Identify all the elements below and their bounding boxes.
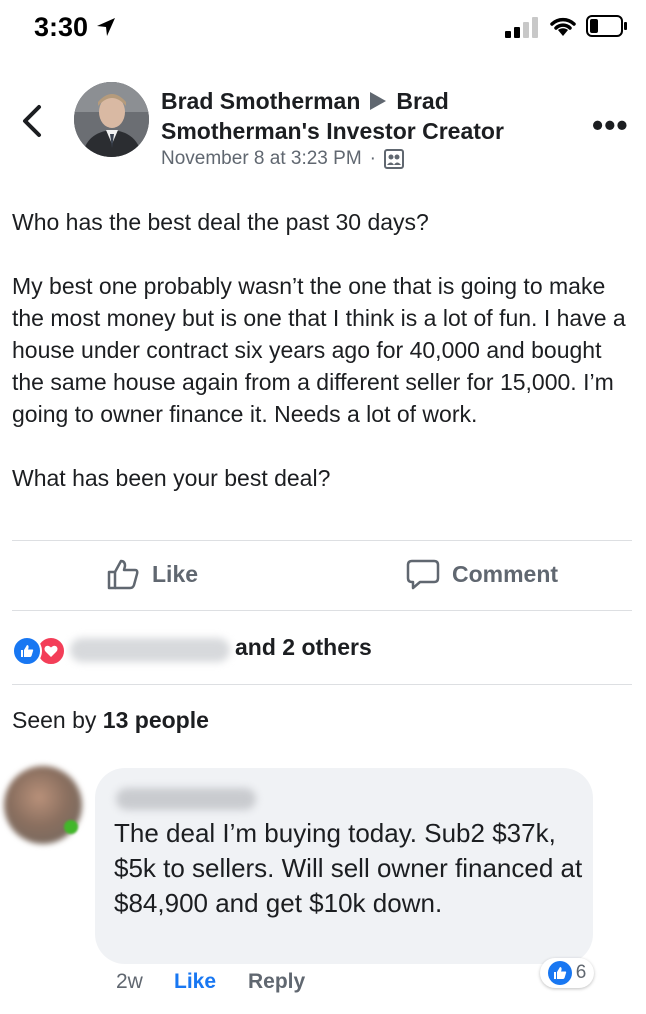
comment-text: The deal I’m buying today. Sub2 $37k, $5… — [114, 818, 583, 918]
thumbs-up-glyph — [553, 967, 566, 979]
comment-reply-button[interactable]: Reply — [248, 970, 305, 994]
post-author-line: Brad Smotherman Brad Smotherman's Investo… — [161, 86, 561, 146]
reactor-name-blurred — [70, 638, 230, 662]
post-paragraph: Who has the best deal the past 30 days? — [12, 209, 429, 235]
thumbs-up-icon — [21, 645, 34, 657]
author-avatar[interactable] — [74, 82, 149, 157]
post-timestamp[interactable]: November 8 at 3:23 PM — [161, 148, 362, 170]
seen-by[interactable]: Seen by 13 people — [12, 707, 209, 734]
commenter-name-blurred[interactable] — [116, 788, 256, 810]
thumbs-up-icon — [547, 961, 572, 985]
comment-icon — [406, 559, 440, 590]
comment-label: Comment — [452, 560, 559, 587]
location-arrow-icon — [97, 18, 115, 36]
author-name[interactable]: Brad Smotherman — [161, 88, 360, 114]
post-body: Who has the best deal the past 30 days? … — [12, 206, 634, 494]
reactions-summary[interactable]: and 2 others — [235, 634, 372, 661]
status-time: 3:30 — [34, 12, 89, 42]
comment-button[interactable]: Comment — [406, 558, 558, 590]
post-paragraph: What has been your best deal? — [12, 465, 331, 491]
wifi-icon — [550, 17, 576, 36]
back-icon[interactable] — [20, 104, 44, 138]
signal-icon — [505, 17, 538, 38]
seen-by-count: 13 people — [102, 707, 209, 733]
divider — [12, 610, 632, 611]
online-indicator — [64, 820, 78, 834]
comment-like-button[interactable]: Like — [174, 970, 216, 994]
comment-reaction-count: 6 — [575, 962, 587, 983]
battery-icon — [586, 15, 627, 37]
more-icon[interactable]: ••• — [592, 109, 629, 141]
like-reaction-icon — [12, 636, 42, 666]
meta-separator: · — [369, 148, 376, 169]
like-button[interactable]: Like — [106, 558, 198, 590]
divider — [12, 540, 632, 541]
divider — [12, 684, 632, 685]
triangle-arrow-icon — [370, 92, 387, 110]
post-paragraph: My best one probably wasn’t the one that… — [12, 273, 626, 427]
seen-by-prefix: Seen by — [12, 707, 103, 733]
comment-reaction-badge[interactable]: 6 — [540, 958, 594, 988]
post-meta: November 8 at 3:23 PM · — [161, 148, 404, 170]
thumbs-up-icon — [107, 559, 139, 590]
group-icon — [383, 149, 404, 169]
comment-time: 2w — [116, 970, 143, 993]
like-label: Like — [152, 560, 199, 587]
avatar-photo — [74, 82, 149, 157]
